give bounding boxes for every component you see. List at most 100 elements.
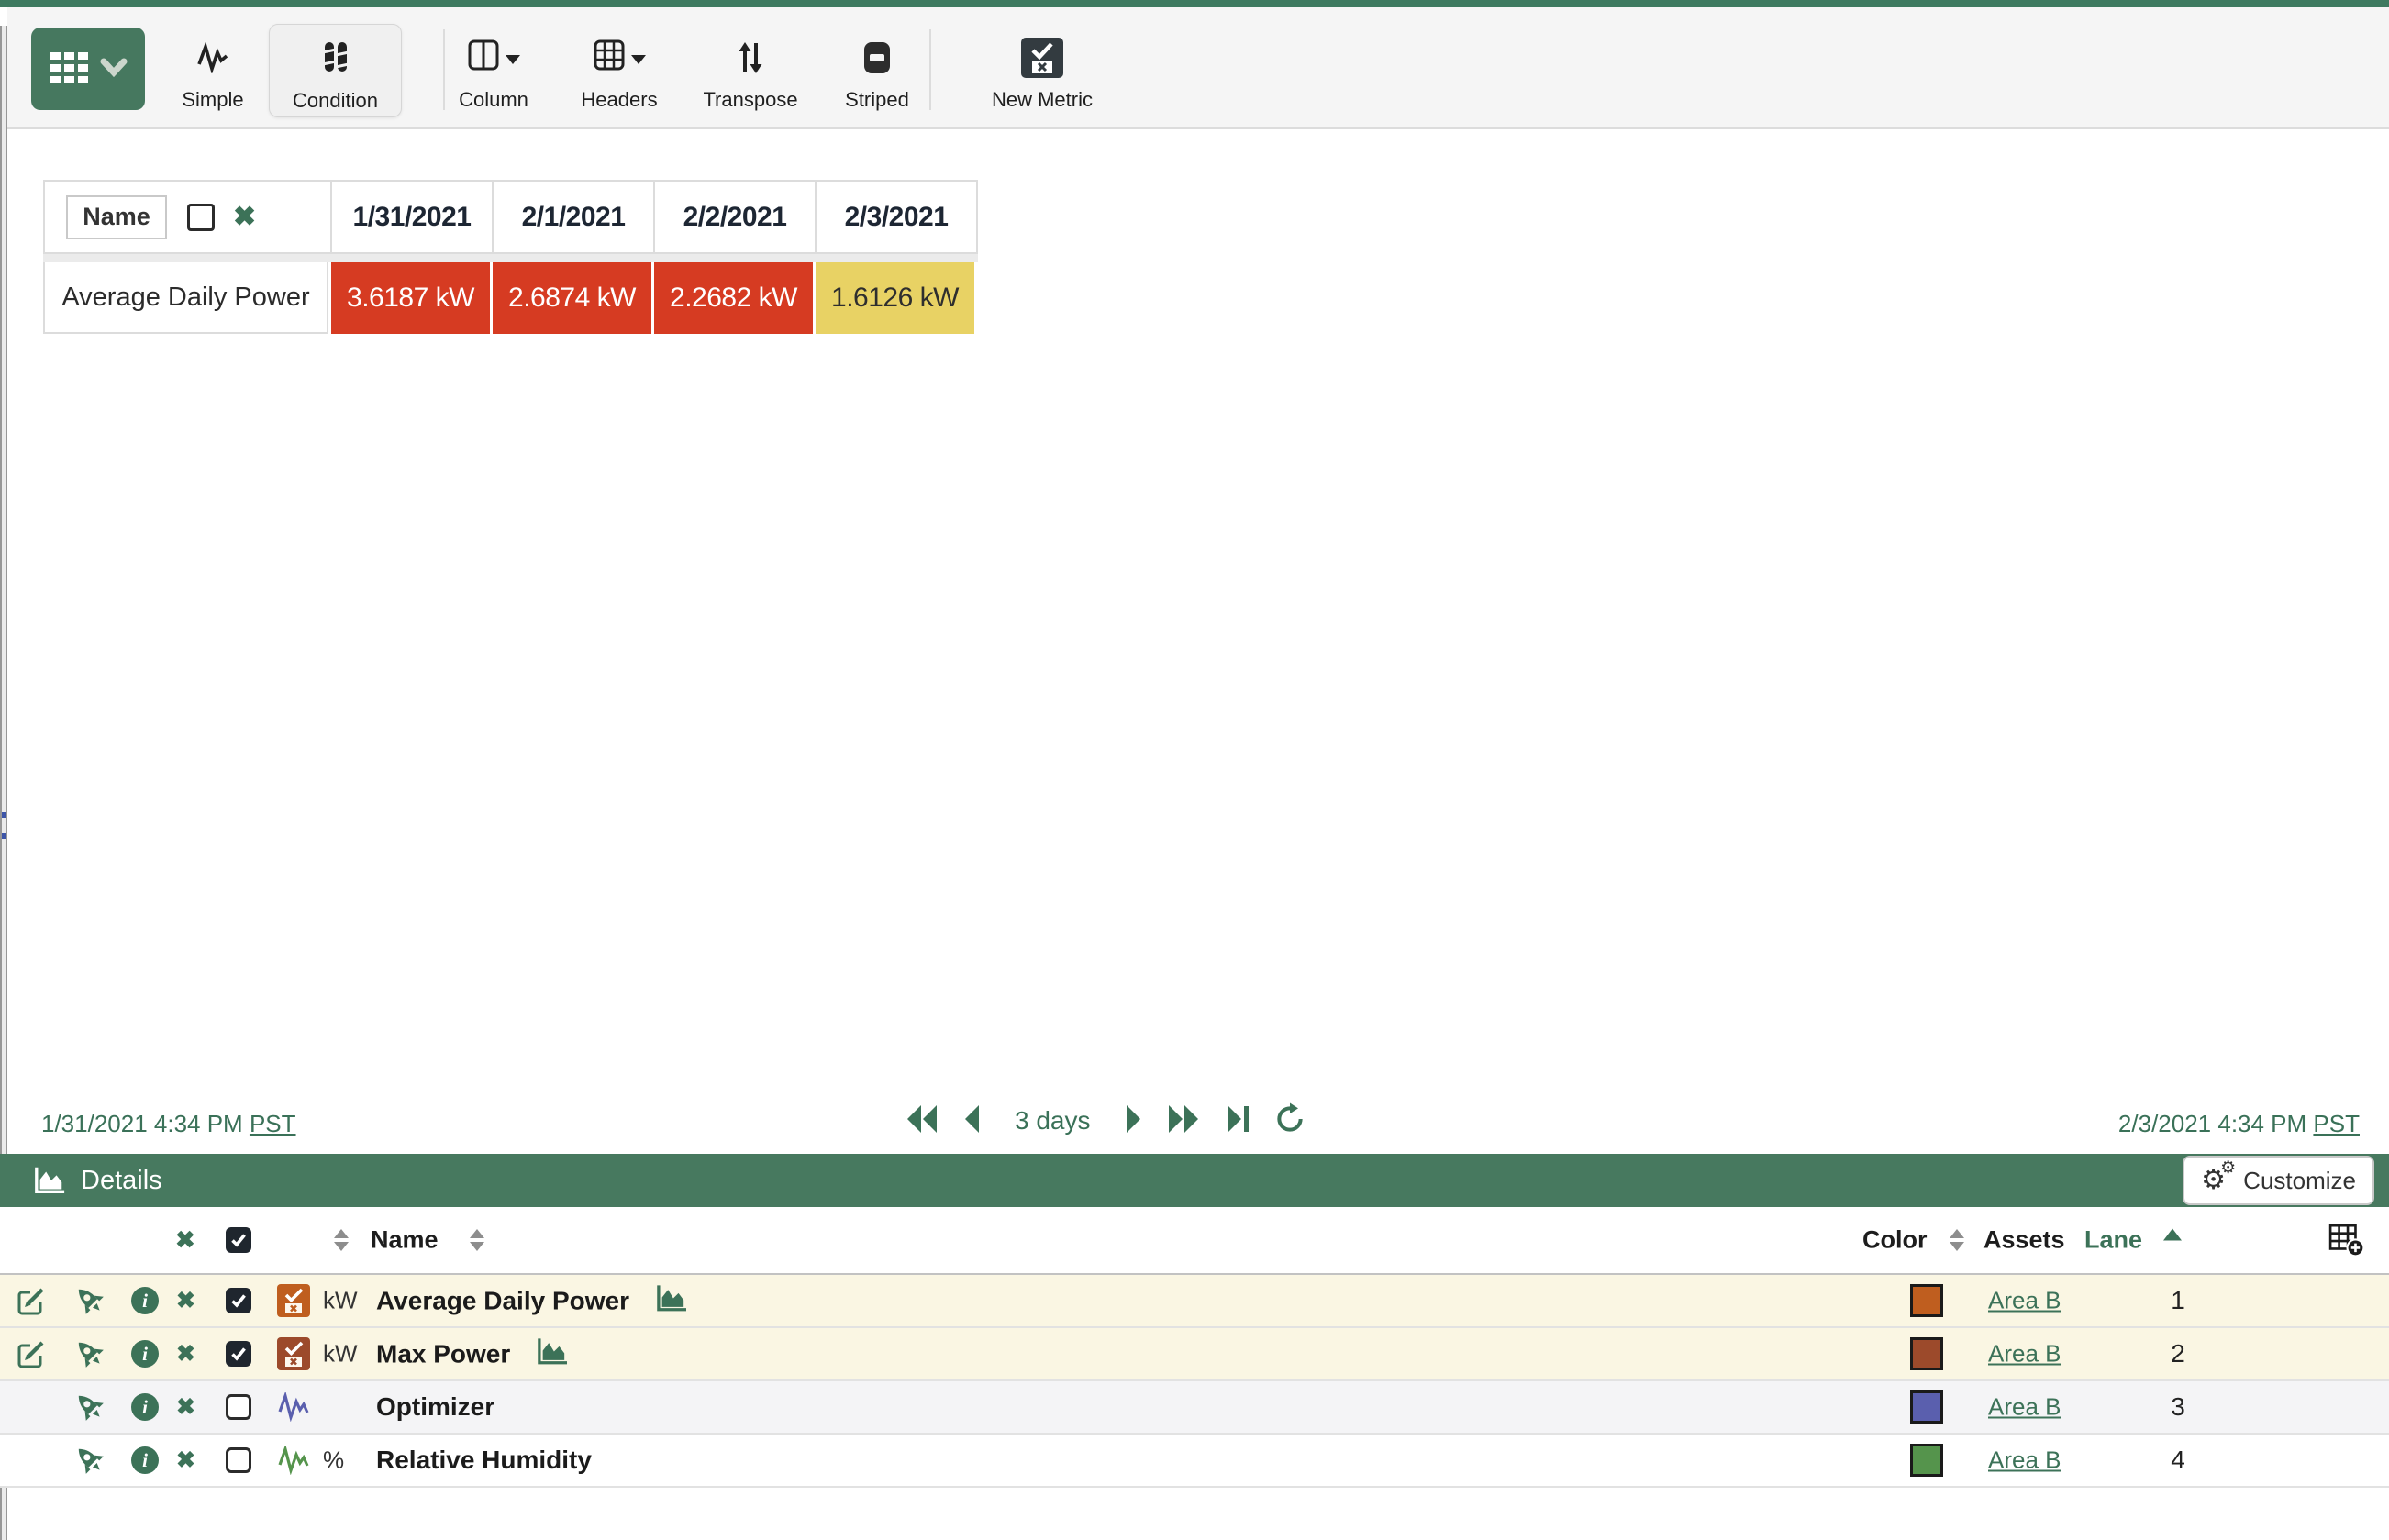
up-down-arrows-icon (736, 28, 765, 88)
details-row-relative-humidity[interactable]: % Relative Humidity Area B 4 (0, 1435, 2389, 1488)
assets-column-header[interactable]: Assets (1983, 1226, 2065, 1255)
metric-type-icon (273, 1284, 314, 1317)
info-icon[interactable] (131, 1340, 159, 1368)
rocket-icon[interactable] (73, 1337, 106, 1370)
color-swatch[interactable] (1910, 1444, 1943, 1477)
date-column-header[interactable]: 1/31/2021 (330, 182, 492, 252)
toolbar-item-new-metric[interactable]: New Metric (967, 28, 1117, 116)
end-timestamp[interactable]: 2/3/2021 4:34 PM (2118, 1110, 2306, 1137)
lane-sort-ascending-icon[interactable] (2163, 1229, 2182, 1241)
gears-icon (2201, 1165, 2232, 1196)
details-table-header: Name Color Assets Lane (0, 1207, 2389, 1275)
item-checkbox[interactable] (226, 1394, 251, 1420)
item-unit: kW (323, 1287, 369, 1315)
remove-item-icon[interactable] (176, 1393, 195, 1421)
metric-name-cell: Average Daily Power (43, 262, 328, 334)
info-icon[interactable] (131, 1393, 159, 1421)
select-all-checkbox[interactable] (226, 1227, 251, 1253)
preview-chart-icon (536, 1337, 569, 1371)
table-grid-icon (49, 50, 91, 88)
rocket-icon[interactable] (73, 1284, 106, 1317)
condition-bars-icon (320, 25, 351, 89)
asset-link[interactable]: Area B (1988, 1340, 2061, 1368)
toolbar-item-condition[interactable]: Condition (269, 24, 402, 117)
start-timestamp[interactable]: 1/31/2021 4:34 PM (41, 1110, 243, 1137)
remove-item-icon[interactable] (176, 1446, 195, 1474)
toolbar-item-label: Striped (845, 88, 909, 116)
step-back-full-icon[interactable] (905, 1102, 939, 1140)
toolbar-item-simple[interactable]: Simple (158, 28, 268, 116)
date-column-header[interactable]: 2/2/2021 (653, 182, 815, 252)
lane-number: 2 (2149, 1339, 2207, 1368)
end-timezone-link[interactable]: PST (2313, 1110, 2360, 1137)
splitter-handle-dot (2, 812, 6, 818)
display-range-start[interactable]: 1/31/2021 4:34 PM PST (41, 1110, 296, 1138)
sort-color-control[interactable] (1950, 1229, 1964, 1251)
edit-icon[interactable] (15, 1284, 48, 1317)
date-column-header[interactable]: 2/3/2021 (815, 182, 976, 252)
preview-chart-icon (655, 1284, 688, 1318)
sort-type-control[interactable] (334, 1229, 349, 1251)
time-navigation-controls: 3 days (905, 1101, 1306, 1141)
color-swatch[interactable] (1910, 1390, 1943, 1424)
color-swatch[interactable] (1910, 1337, 1943, 1370)
date-column-header[interactable]: 2/1/2021 (492, 182, 653, 252)
step-forward-full-icon[interactable] (1166, 1102, 1201, 1140)
toolbar-item-transpose[interactable]: Transpose (691, 28, 810, 116)
edit-icon[interactable] (15, 1337, 48, 1370)
details-row-average-daily-power[interactable]: kW Average Daily Power Area B 1 (0, 1275, 2389, 1328)
step-to-now-icon[interactable] (1225, 1102, 1250, 1140)
color-swatch[interactable] (1910, 1284, 1943, 1317)
rocket-icon[interactable] (73, 1390, 106, 1424)
remove-column-icon[interactable] (233, 201, 256, 233)
asset-link[interactable]: Area B (1988, 1446, 2061, 1475)
remove-item-icon[interactable] (176, 1287, 195, 1314)
metric-check-x-icon (1020, 28, 1064, 88)
step-forward-half-icon[interactable] (1124, 1102, 1142, 1140)
refresh-icon[interactable] (1273, 1102, 1306, 1140)
asset-link[interactable]: Area B (1988, 1393, 2061, 1422)
splitter-handle-dot (2, 833, 6, 839)
info-icon[interactable] (131, 1446, 159, 1474)
customize-button[interactable]: Customize (2183, 1156, 2374, 1205)
remove-all-icon[interactable] (175, 1226, 195, 1255)
start-timezone-link[interactable]: PST (250, 1110, 296, 1137)
details-row-max-power[interactable]: kW Max Power Area B 2 (0, 1328, 2389, 1381)
caret-down-icon (506, 55, 520, 64)
toolbar-item-column[interactable]: Column (437, 28, 550, 116)
toolbar-item-label: Column (459, 88, 528, 116)
name-column-checkbox[interactable] (187, 204, 215, 231)
details-panel-header[interactable]: Details Customize (0, 1154, 2389, 1207)
lane-number: 3 (2149, 1392, 2207, 1422)
header-body-gap (43, 254, 978, 262)
toolbar-item-label: Condition (293, 89, 378, 116)
item-checkbox[interactable] (226, 1288, 251, 1313)
condition-table: Name 1/31/2021 2/1/2021 2/2/2021 2/3/202… (43, 180, 978, 334)
name-column-chip[interactable]: Name (66, 195, 167, 239)
rocket-icon[interactable] (73, 1444, 106, 1477)
table-view-dropdown-button[interactable] (31, 28, 145, 110)
item-checkbox[interactable] (226, 1341, 251, 1367)
toolbar-divider (929, 29, 931, 110)
remove-item-icon[interactable] (176, 1340, 195, 1368)
sort-name-control[interactable] (470, 1229, 484, 1251)
area-chart-icon (33, 1165, 66, 1196)
info-icon[interactable] (131, 1287, 159, 1314)
name-column-header[interactable]: Name (371, 1226, 439, 1255)
details-row-optimizer[interactable]: Optimizer Area B 3 (0, 1381, 2389, 1435)
metric-value-cell: 1.6126 kW (813, 262, 974, 334)
duration-label[interactable]: 3 days (1015, 1106, 1091, 1136)
step-back-half-icon[interactable] (963, 1102, 982, 1140)
display-range-end[interactable]: 2/3/2021 4:34 PM PST (2118, 1110, 2360, 1138)
column-split-icon (468, 39, 499, 76)
table-toolbar: Simple Condition (7, 7, 2389, 129)
item-unit: % (323, 1446, 369, 1475)
stripe-block-icon (863, 28, 891, 88)
item-checkbox[interactable] (226, 1447, 251, 1473)
lane-column-header[interactable]: Lane (2084, 1226, 2142, 1255)
color-column-header[interactable]: Color (1862, 1226, 1928, 1255)
toolbar-item-striped[interactable]: Striped (822, 28, 932, 116)
add-column-icon[interactable] (2328, 1223, 2365, 1257)
asset-link[interactable]: Area B (1988, 1287, 2061, 1315)
toolbar-item-headers[interactable]: Headers (562, 28, 676, 116)
